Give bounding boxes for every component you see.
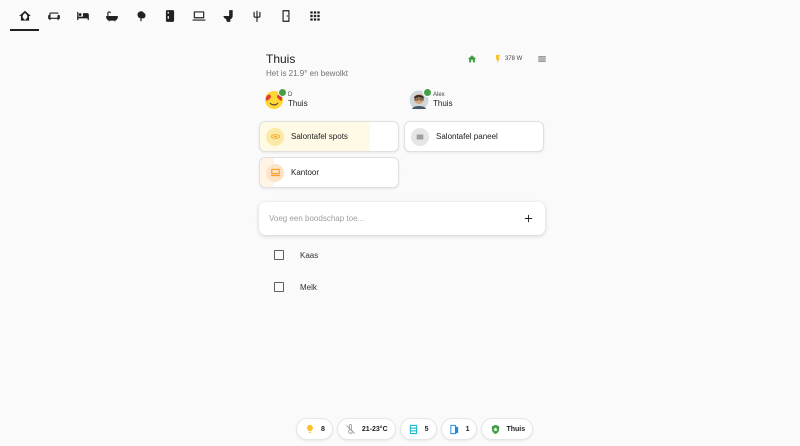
view-tabbar	[0, 0, 800, 34]
chip-value: 8	[321, 425, 325, 433]
person-state: Thuis	[288, 98, 308, 108]
chip-value: Thuis	[506, 425, 526, 433]
person-name: D	[288, 91, 293, 98]
power-value: 378 W	[505, 56, 523, 62]
door-open-icon	[449, 423, 461, 435]
shield-home-icon	[489, 423, 501, 435]
list-item: Kaas	[274, 249, 318, 261]
person-d[interactable]: D Thuis	[264, 88, 308, 111]
shopping-list-card	[259, 202, 545, 235]
tab-utility[interactable]	[242, 0, 271, 31]
home-badge-icon	[278, 88, 287, 97]
ceiling-light-icon[interactable]	[266, 127, 284, 146]
tab-living-room[interactable]	[39, 0, 68, 31]
tab-bedroom[interactable]	[68, 0, 97, 31]
item-checkbox[interactable]	[274, 250, 284, 260]
person-state: Thuis	[433, 98, 453, 108]
chip-lights[interactable]: 8	[296, 418, 333, 440]
page-title: Thuis	[266, 52, 296, 66]
tile-salontafel-spots[interactable]: Salontafel spots	[259, 121, 399, 152]
tab-kitchen[interactable]	[155, 0, 184, 31]
toilet-icon	[222, 9, 233, 22]
lightbulb-icon	[304, 423, 316, 435]
bed-icon	[76, 11, 89, 20]
tab-toilet[interactable]	[213, 0, 242, 31]
door-icon	[282, 9, 289, 22]
avatar	[409, 88, 432, 110]
bathtub-icon	[105, 10, 118, 21]
item-label[interactable]: Kaas	[300, 251, 318, 260]
thermostat-off-icon	[345, 423, 357, 435]
grid-icon	[309, 10, 320, 21]
item-label[interactable]: Melk	[300, 283, 317, 292]
person-name: Alex	[433, 91, 445, 98]
home-icon[interactable]	[466, 54, 477, 65]
tile-kantoor[interactable]: Kantoor	[259, 157, 399, 188]
weather-subtitle: Het is 21.9° en bewolkt	[266, 69, 348, 78]
tile-salontafel-paneel[interactable]: Salontafel paneel	[404, 121, 544, 152]
status-chips: 8 21-23°C 5 1 Thuis	[296, 418, 534, 440]
avatar	[264, 88, 287, 110]
menu-icon[interactable]	[536, 54, 547, 65]
home-badge-icon	[423, 88, 432, 97]
chip-doors[interactable]: 1	[440, 418, 478, 440]
item-checkbox[interactable]	[274, 282, 284, 292]
home-leaf-icon	[18, 10, 31, 21]
desk-lamp-icon[interactable]	[266, 163, 284, 182]
sofa-icon	[47, 12, 60, 20]
plus-icon[interactable]	[522, 213, 534, 225]
tile-label: Salontafel paneel	[436, 132, 498, 141]
header-actions: 378 W	[466, 53, 547, 65]
tuning-fork-icon	[253, 10, 260, 22]
tab-office[interactable]	[184, 0, 213, 31]
tab-hallway[interactable]	[271, 0, 300, 31]
chip-climate[interactable]: 21-23°C	[336, 418, 396, 440]
person-alex[interactable]: Alex Thuis	[409, 88, 453, 111]
chip-alarm[interactable]: Thuis	[481, 418, 534, 440]
panel-light-icon[interactable]	[411, 127, 429, 146]
tree-icon	[137, 10, 146, 21]
tile-label: Salontafel spots	[291, 132, 348, 141]
add-item-input[interactable]	[269, 214, 522, 223]
laptop-icon	[192, 10, 205, 21]
tab-more[interactable]	[300, 0, 329, 31]
list-item: Melk	[274, 281, 317, 293]
fridge-icon	[165, 9, 174, 22]
radiator-icon	[408, 423, 420, 435]
lightning-icon[interactable]	[492, 54, 503, 65]
tile-label: Kantoor	[291, 168, 320, 177]
chip-value: 5	[424, 425, 429, 433]
tab-garden[interactable]	[126, 0, 155, 31]
chip-radiators[interactable]: 5	[399, 418, 437, 440]
tab-home[interactable]	[10, 0, 39, 31]
chip-value: 21-23°C	[361, 425, 388, 433]
chip-value: 1	[465, 425, 470, 433]
tab-bathroom[interactable]	[97, 0, 126, 31]
